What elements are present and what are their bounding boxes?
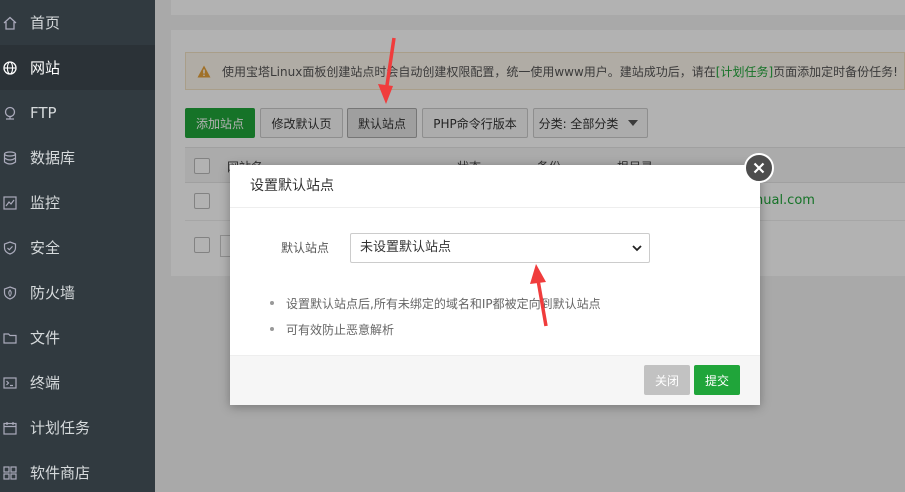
home-icon	[3, 16, 17, 30]
sidebar-item-label: 数据库	[30, 149, 76, 167]
shield-icon	[3, 240, 17, 255]
sidebar-item-cron[interactable]: 计划任务	[0, 405, 155, 450]
tip-item: 设置默认站点后,所有未绑定的域名和IP都被定向到默认站点	[270, 290, 601, 316]
monitor-icon	[3, 195, 17, 210]
default-site-select[interactable]: 未设置默认站点	[350, 233, 650, 263]
sidebar-item-store[interactable]: 软件商店	[0, 450, 155, 492]
sidebar-item-files[interactable]: 文件	[0, 315, 155, 360]
globe-icon	[3, 60, 17, 75]
store-icon	[3, 465, 17, 480]
sidebar-item-label: 网站	[30, 59, 61, 77]
firewall-icon	[3, 285, 17, 300]
folder-icon	[3, 331, 17, 345]
default-site-label: 默认站点	[281, 241, 330, 255]
close-button[interactable]: 关闭	[644, 365, 690, 395]
sidebar-item-ftp[interactable]: FTP	[0, 90, 155, 135]
chevron-down-icon	[632, 245, 642, 252]
calendar-icon	[3, 421, 17, 435]
sidebar-item-security[interactable]: 安全	[0, 225, 155, 270]
sidebar-item-firewall[interactable]: 防火墙	[0, 270, 155, 315]
dialog-title: 设置默认站点	[230, 165, 760, 208]
sidebar-item-label: 文件	[30, 329, 61, 347]
submit-button[interactable]: 提交	[694, 365, 740, 395]
sidebar-item-monitor[interactable]: 监控	[0, 180, 155, 225]
sidebar-item-label: 软件商店	[30, 464, 91, 482]
sidebar-item-home[interactable]: 首页	[0, 0, 155, 45]
database-icon	[3, 150, 17, 165]
tip-item: 可有效防止恶意解析	[270, 316, 601, 342]
sidebar-item-label: FTP	[30, 103, 57, 122]
dialog-close-button[interactable]	[744, 153, 774, 183]
default-site-select-value: 未设置默认站点	[360, 240, 452, 255]
dialog-tips: 设置默认站点后,所有未绑定的域名和IP都被定向到默认站点 可有效防止恶意解析	[270, 290, 601, 342]
sidebar-item-label: 监控	[30, 194, 61, 212]
close-icon	[753, 162, 765, 174]
tip-text: 设置默认站点后,所有未绑定的域名和IP都被定向到默认站点	[286, 296, 601, 311]
sidebar-item-label: 防火墙	[30, 284, 76, 302]
sidebar-item-database[interactable]: 数据库	[0, 135, 155, 180]
sidebar-item-label: 计划任务	[30, 419, 91, 437]
sidebar-item-label: 终端	[30, 374, 61, 392]
sidebar-item-label: 首页	[30, 14, 61, 32]
sidebar-item-terminal[interactable]: 终端	[0, 360, 155, 405]
sidebar-item-label: 安全	[30, 239, 61, 257]
bullet-icon	[270, 301, 274, 305]
bullet-icon	[270, 327, 274, 331]
tip-text: 可有效防止恶意解析	[286, 322, 395, 337]
terminal-icon	[3, 376, 17, 390]
default-site-dialog: 设置默认站点 默认站点 未设置默认站点 设置默认站点后,所有未绑定的域名和IP都…	[230, 165, 760, 405]
ftp-icon	[3, 106, 17, 120]
sidebar-item-website[interactable]: 网站	[0, 45, 155, 90]
sidebar: 首页 网站 FTP 数据库 监控 安全 防火墙 文件 终端 计划任务 软件商店	[0, 0, 155, 492]
